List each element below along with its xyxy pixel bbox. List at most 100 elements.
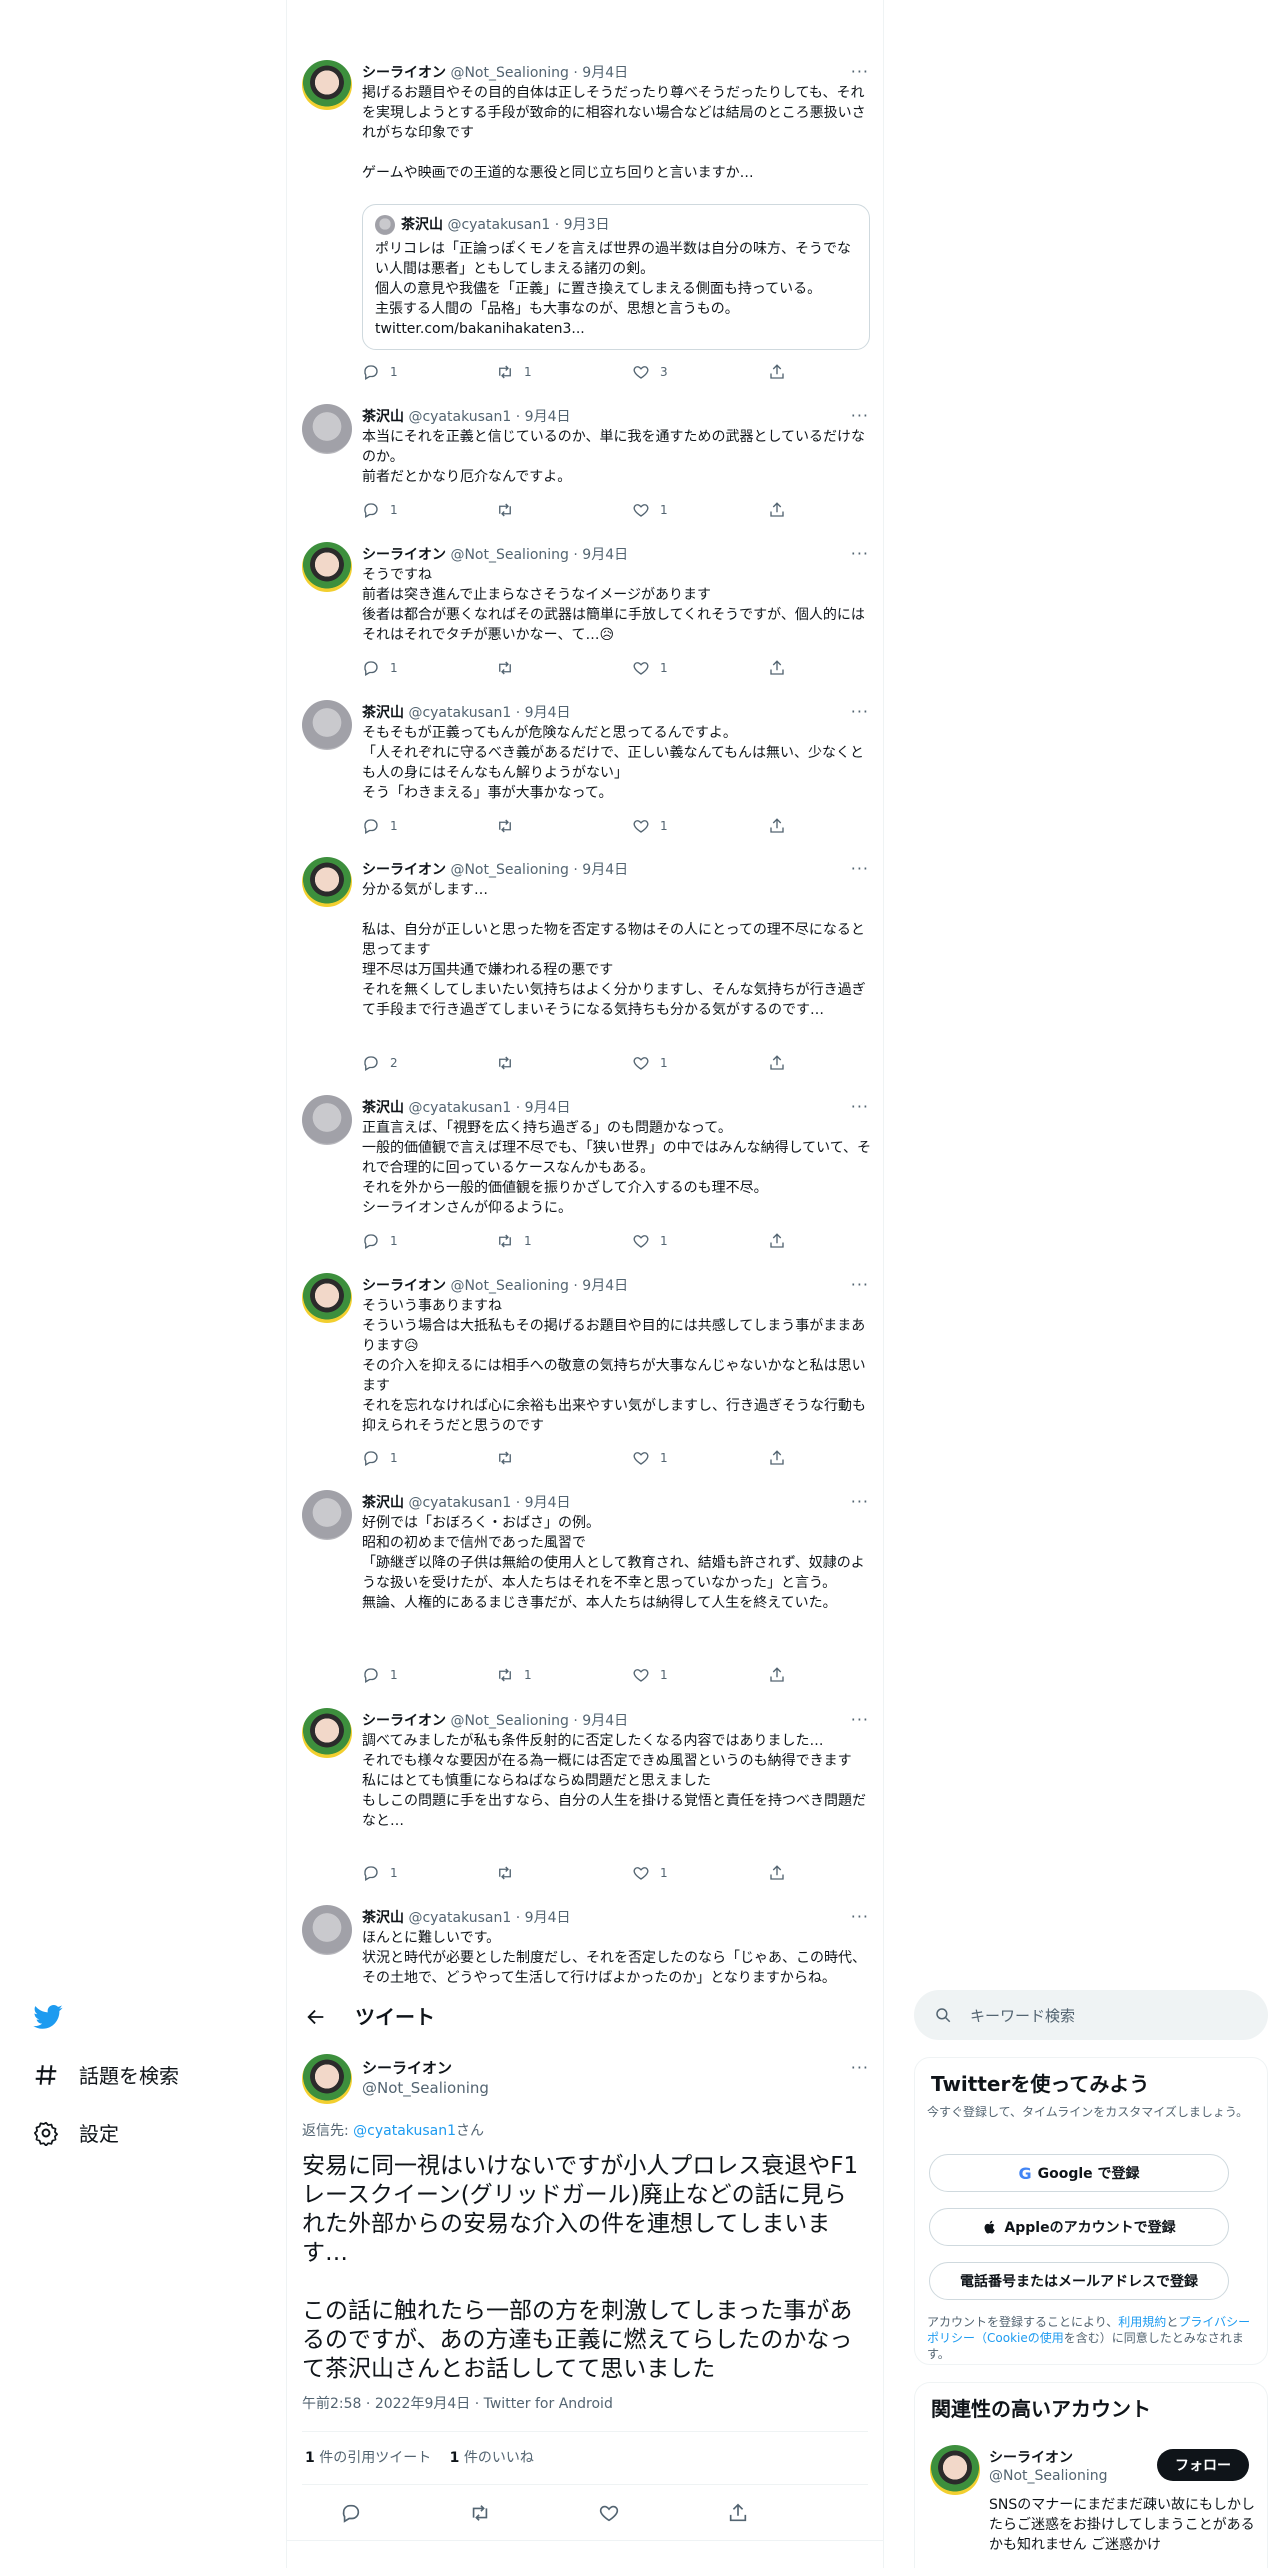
- avatar[interactable]: [302, 1273, 352, 1323]
- retweet-button[interactable]: [496, 658, 524, 678]
- tweet[interactable]: シーライオン @Not_Sealioning · 9月4日 ··· そういう事ありま…: [287, 1261, 883, 1478]
- tweet[interactable]: シーライオン @Not_Sealioning · 9月4日 ··· そうですね 前者…: [287, 530, 883, 688]
- avatar[interactable]: [302, 542, 352, 592]
- tweet-date[interactable]: 9月4日: [582, 547, 628, 563]
- retweet-button[interactable]: [496, 500, 524, 520]
- reply-button[interactable]: 1: [362, 816, 398, 836]
- tweet-date[interactable]: 9月4日: [525, 1910, 571, 1926]
- nav-explore[interactable]: 話題を検索: [33, 2060, 179, 2089]
- tweet-date[interactable]: 9月4日: [525, 705, 571, 721]
- tweet-date[interactable]: 9月4日: [582, 862, 628, 878]
- avatar[interactable]: [302, 857, 352, 907]
- twitter-logo-icon[interactable]: [33, 2002, 63, 2032]
- share-button[interactable]: [768, 1448, 786, 1468]
- reply-button[interactable]: 1: [362, 1448, 398, 1468]
- related-name[interactable]: シーライオン: [989, 2449, 1073, 2467]
- tweet[interactable]: シーライオン @Not_Sealioning · 9月4日 ··· 掲げるお題目やそ…: [287, 48, 883, 392]
- reply-button[interactable]: 2: [362, 1053, 398, 1073]
- more-options-icon[interactable]: ···: [851, 1275, 869, 1294]
- share-button[interactable]: [768, 816, 786, 836]
- like-button[interactable]: 1: [632, 1863, 668, 1883]
- author-name[interactable]: シーライオン: [362, 2058, 452, 2078]
- conversation-timeline[interactable]: シーライオン @Not_Sealioning · 9月4日 ··· 掲げるお題目やそ…: [287, 48, 883, 1984]
- tweet[interactable]: 茶沢山 @cyatakusan1 · 9月4日 ··· 好例では「おぼろく・おばさ」…: [287, 1478, 883, 1696]
- retweet-button[interactable]: [496, 1053, 524, 1073]
- retweet-button[interactable]: [496, 816, 524, 836]
- retweet-button[interactable]: [496, 1863, 524, 1883]
- avatar[interactable]: [302, 2054, 352, 2104]
- avatar[interactable]: [302, 1490, 352, 1540]
- nav-settings[interactable]: 設定: [33, 2118, 119, 2147]
- search-input[interactable]: キーワード検索: [970, 2005, 1075, 2026]
- like-button[interactable]: 1: [632, 1665, 668, 1685]
- author-handle[interactable]: @Not_Sealioning: [450, 65, 568, 81]
- tweet[interactable]: 茶沢山 @cyatakusan1 · 9月4日 ··· そもそもが正義ってもんが危険…: [287, 688, 883, 845]
- more-options-icon[interactable]: ···: [851, 859, 869, 878]
- search-box[interactable]: キーワード検索: [914, 1990, 1268, 2040]
- like-button[interactable]: 1: [632, 1448, 668, 1468]
- like-button[interactable]: 3: [632, 362, 668, 382]
- author-name[interactable]: シーライオン: [362, 862, 446, 878]
- tweet-date[interactable]: 9月4日: [582, 1278, 628, 1294]
- author-name[interactable]: 茶沢山: [362, 1910, 404, 1926]
- like-button[interactable]: 1: [632, 816, 668, 836]
- share-button[interactable]: [768, 1665, 786, 1685]
- avatar[interactable]: [302, 1095, 352, 1145]
- retweet-button[interactable]: [496, 1448, 524, 1468]
- more-options-icon[interactable]: ···: [851, 1097, 869, 1116]
- avatar[interactable]: [302, 1708, 352, 1758]
- like-button[interactable]: 1: [632, 658, 668, 678]
- share-button[interactable]: [768, 500, 786, 520]
- reply-to-link[interactable]: @cyatakusan1: [353, 2123, 456, 2139]
- tweet-date[interactable]: 9月4日: [582, 1713, 628, 1729]
- author-name[interactable]: 茶沢山: [362, 1100, 404, 1116]
- share-button[interactable]: [768, 1863, 786, 1883]
- retweet-button[interactable]: [469, 2502, 491, 2528]
- author-name[interactable]: 茶沢山: [362, 1495, 404, 1511]
- more-options-icon[interactable]: ···: [851, 702, 869, 721]
- author-name[interactable]: シーライオン: [362, 547, 446, 563]
- retweet-button[interactable]: 1: [496, 1231, 532, 1251]
- avatar[interactable]: [302, 60, 352, 110]
- author-handle[interactable]: @Not_Sealioning: [450, 547, 568, 563]
- avatar[interactable]: [302, 700, 352, 750]
- author-name[interactable]: シーライオン: [362, 65, 446, 81]
- author-name[interactable]: シーライオン: [362, 1278, 446, 1294]
- tweet-date[interactable]: 9月4日: [525, 409, 571, 425]
- more-options-icon[interactable]: ···: [851, 62, 869, 81]
- author-handle[interactable]: @cyatakusan1: [408, 1910, 511, 1926]
- reply-button[interactable]: 1: [362, 658, 398, 678]
- more-options-icon[interactable]: ···: [851, 1907, 869, 1926]
- reply-button[interactable]: 1: [362, 1863, 398, 1883]
- author-handle[interactable]: @cyatakusan1: [408, 705, 511, 721]
- like-button[interactable]: 1: [632, 500, 668, 520]
- follow-button[interactable]: フォロー: [1157, 2449, 1249, 2481]
- more-options-icon[interactable]: ···: [851, 1710, 869, 1729]
- share-button[interactable]: [768, 1053, 786, 1073]
- avatar[interactable]: [302, 1905, 352, 1955]
- phone-email-signup-button[interactable]: 電話番号またはメールアドレスで登録: [929, 2262, 1229, 2300]
- share-button[interactable]: [768, 362, 786, 382]
- likes-stat[interactable]: 1 件のいいね: [450, 2450, 534, 2466]
- tweet[interactable]: シーライオン @Not_Sealioning · 9月4日 ··· 調べてみましたが…: [287, 1696, 883, 1893]
- reply-button[interactable]: [340, 2502, 362, 2528]
- author-handle[interactable]: @Not_Sealioning: [450, 1278, 568, 1294]
- author-name[interactable]: 茶沢山: [362, 705, 404, 721]
- share-button[interactable]: [727, 2502, 749, 2528]
- author-handle[interactable]: @cyatakusan1: [408, 409, 511, 425]
- like-button[interactable]: 1: [632, 1231, 668, 1251]
- retweet-button[interactable]: 1: [496, 362, 532, 382]
- tweet[interactable]: 茶沢山 @cyatakusan1 · 9月4日 ··· ほんとに難しいです。 状況と…: [287, 1893, 883, 1984]
- share-button[interactable]: [768, 658, 786, 678]
- author-handle[interactable]: @Not_Sealioning: [362, 2078, 489, 2098]
- author-handle[interactable]: @Not_Sealioning: [450, 1713, 568, 1729]
- reply-button[interactable]: 1: [362, 1665, 398, 1685]
- author-name[interactable]: 茶沢山: [362, 409, 404, 425]
- reply-button[interactable]: 1: [362, 1231, 398, 1251]
- retweet-button[interactable]: 1: [496, 1665, 532, 1685]
- google-signup-button[interactable]: G Google で登録: [929, 2154, 1229, 2192]
- tweet-date[interactable]: 9月4日: [525, 1100, 571, 1116]
- related-avatar[interactable]: [930, 2445, 980, 2495]
- quote-tweets-stat[interactable]: 1 件の引用ツイート: [305, 2450, 431, 2466]
- author-handle[interactable]: @cyatakusan1: [408, 1100, 511, 1116]
